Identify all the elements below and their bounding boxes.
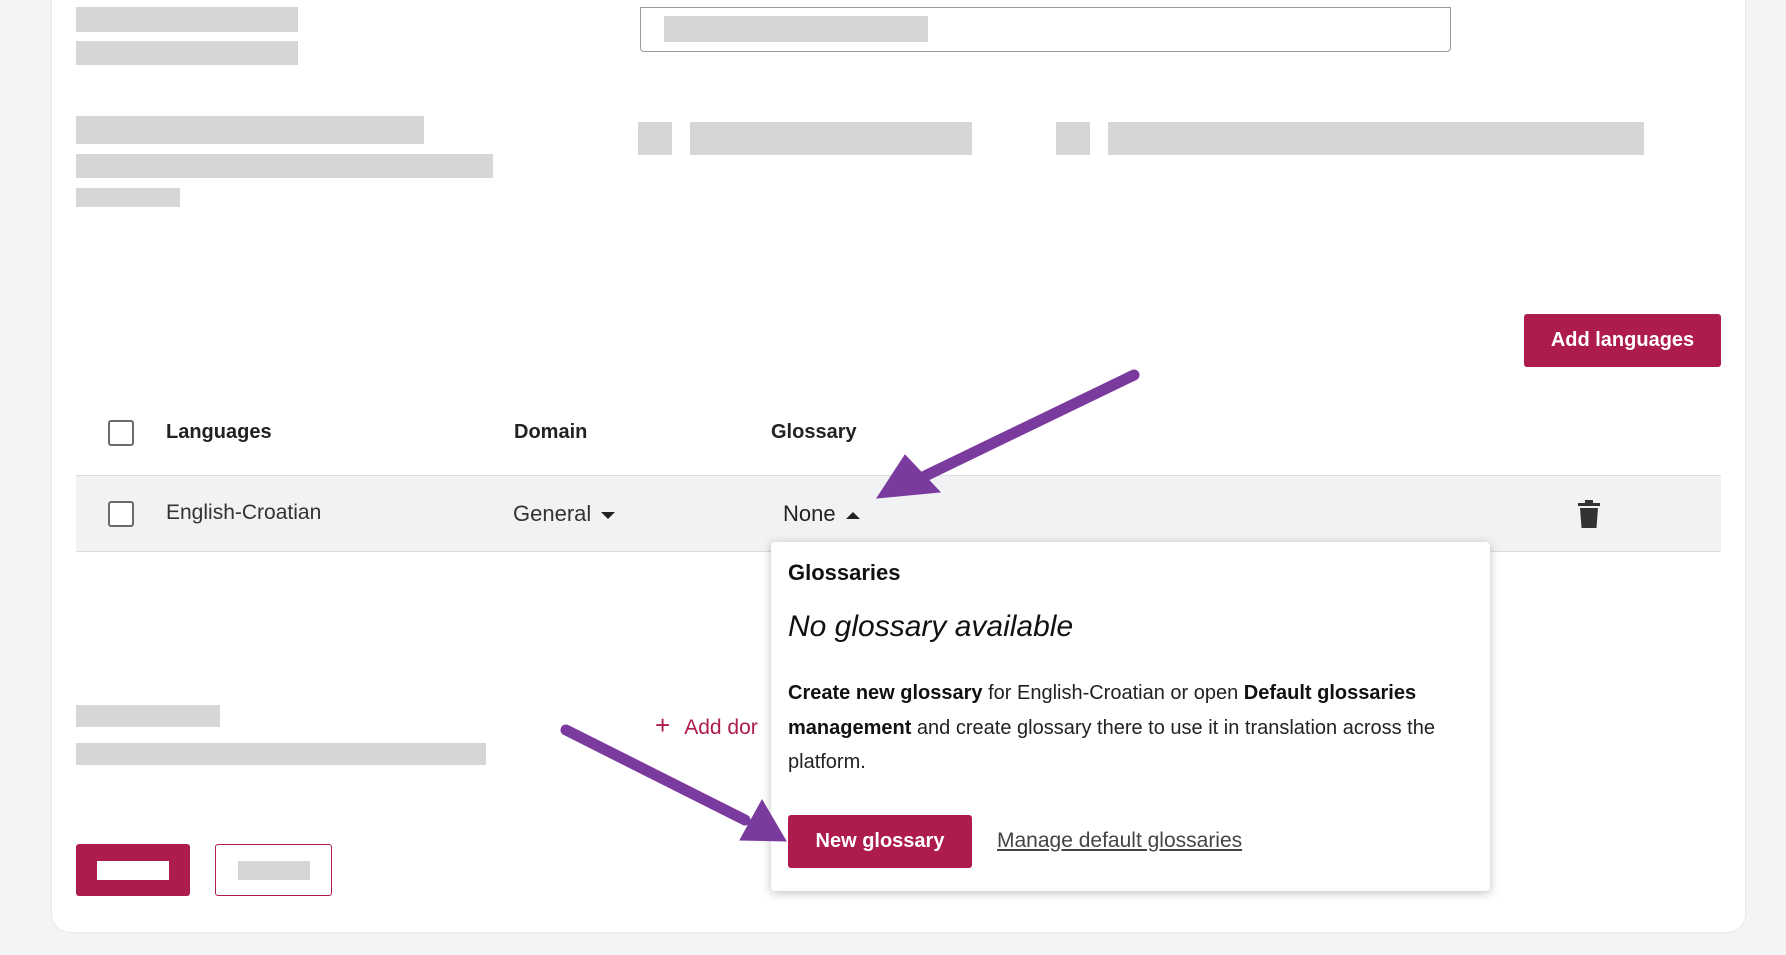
- select-all-checkbox[interactable]: [108, 420, 134, 446]
- trash-icon[interactable]: [1578, 500, 1600, 528]
- caret-up-icon: [845, 511, 860, 519]
- skeleton-placeholder: [76, 154, 493, 178]
- empty-message: No glossary available: [788, 610, 1074, 643]
- skeleton-placeholder: [76, 7, 298, 32]
- manage-default-glossaries-link[interactable]: Manage default glossaries: [997, 829, 1242, 853]
- skeleton-placeholder: [1108, 122, 1644, 155]
- row-checkbox[interactable]: [108, 501, 134, 527]
- glossary-value: None: [783, 501, 836, 526]
- plus-icon: +: [655, 710, 671, 740]
- skeleton-placeholder: [638, 122, 672, 155]
- domain-dropdown[interactable]: General: [513, 501, 616, 527]
- skeleton-placeholder: [76, 188, 180, 207]
- caret-down-icon: [601, 511, 616, 519]
- skeleton-placeholder: [76, 41, 298, 65]
- skeleton-placeholder: [76, 116, 424, 144]
- primary-button[interactable]: [76, 844, 190, 896]
- popover-title: Glossaries: [788, 560, 901, 585]
- glossary-dropdown[interactable]: None: [783, 501, 860, 527]
- popover-description: Create new glossary for English-Croatian…: [788, 682, 1435, 773]
- domain-value: General: [513, 501, 592, 526]
- glossary-popover: Glossaries No glossary available Create …: [771, 542, 1490, 891]
- add-domain-label: Add dor: [684, 716, 758, 739]
- table-row: [76, 475, 1721, 552]
- add-domain-link[interactable]: + Add dor: [655, 710, 758, 741]
- secondary-button[interactable]: [215, 844, 332, 896]
- new-glossary-button[interactable]: New glossary: [788, 815, 972, 868]
- header-languages: Languages: [166, 421, 272, 443]
- text-input[interactable]: [640, 7, 1451, 52]
- skeleton-placeholder: [1056, 122, 1090, 155]
- skeleton-placeholder: [690, 122, 972, 155]
- add-languages-button[interactable]: Add languages: [1524, 314, 1721, 367]
- skeleton-placeholder: [76, 705, 220, 727]
- language-name: English-Croatian: [166, 501, 322, 524]
- skeleton-placeholder: [76, 743, 486, 765]
- header-domain: Domain: [514, 421, 588, 443]
- header-glossary: Glossary: [771, 421, 857, 443]
- skeleton-placeholder: [664, 16, 928, 42]
